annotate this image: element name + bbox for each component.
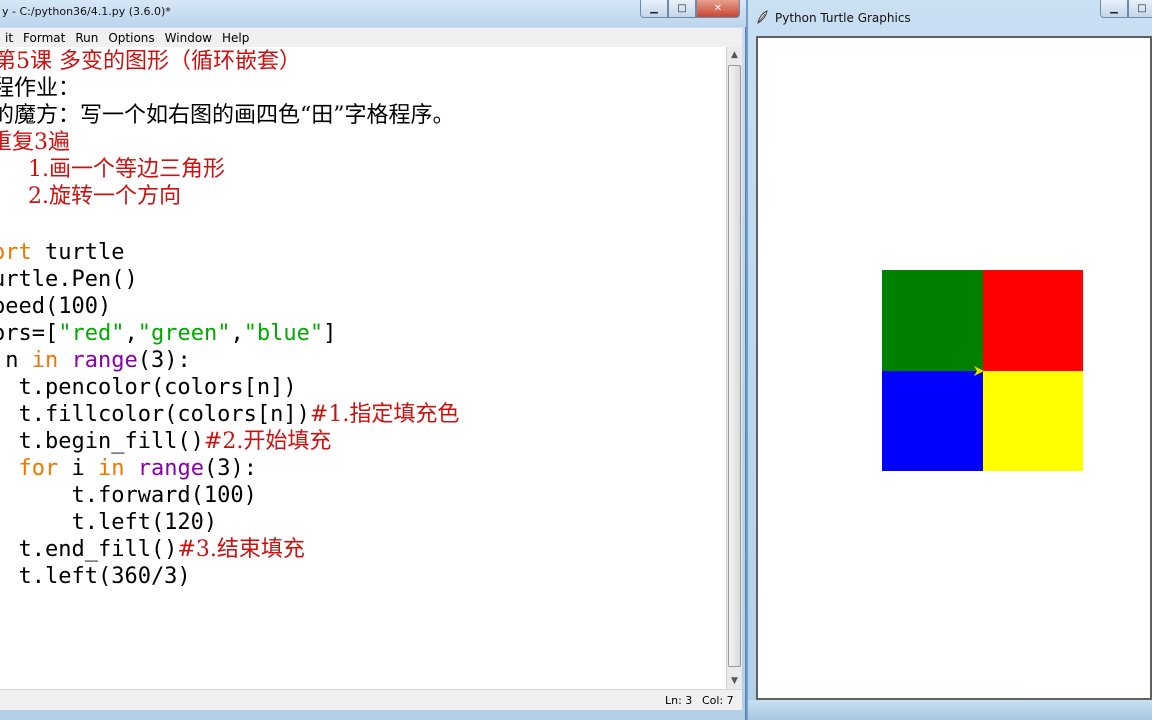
maximize-icon: □ [677, 3, 687, 14]
code-line-6: 2.旋转一个方向 [0, 184, 181, 209]
code-line-2: 程作业： [0, 76, 81, 101]
turtle-graphics-window: Python Turtle Graphics ▁ □ [748, 0, 1152, 720]
close-icon: ✕ [713, 3, 723, 14]
code-text: ors=[ [0, 321, 59, 346]
turtle-drawing [882, 270, 1083, 471]
code-line-5: 1.画一个等边三角形 [0, 157, 225, 182]
builtin-range: range [71, 348, 138, 373]
code-line-import: ort turtle [0, 239, 124, 266]
string-blue: "blue" [243, 321, 324, 346]
editor-titlebar[interactable]: y - C:/python36/4.1.py (3.6.0)* ▁ □ ✕ [0, 0, 746, 27]
code-text: turtle [31, 240, 125, 265]
keyword-in: in [98, 456, 125, 481]
code-text: , [124, 321, 138, 346]
feather-icon [757, 10, 768, 24]
code-editor[interactable]: 第5课 多变的图形（循环嵌套） 程作业： 的魔方：写一个如右图的画四色“田”字格… [0, 47, 726, 689]
scroll-up-arrow-icon[interactable]: ▲ [727, 47, 742, 63]
code-text: t.fillcolor(colors[n]) [0, 402, 310, 427]
code-text: ] [323, 321, 337, 346]
minimize-icon: ▁ [1110, 3, 1118, 14]
turtle-titlebar[interactable]: Python Turtle Graphics ▁ □ [748, 0, 1152, 34]
turtle-maximize-button[interactable]: □ [1128, 0, 1152, 18]
keyword-for: for [18, 456, 59, 481]
menu-format[interactable]: Format [18, 31, 70, 45]
turtle-minimize-button[interactable]: ▁ [1100, 0, 1128, 18]
scrollbar-thumb[interactable] [728, 65, 741, 667]
minimize-icon: ▁ [650, 3, 658, 14]
editor-menubar: it Format Run Options Window Help [0, 28, 742, 47]
code-line-begin-fill: t.begin_fill()#2.开始填充 [0, 428, 331, 455]
scroll-down-arrow-icon[interactable]: ▼ [727, 673, 742, 689]
maximize-button[interactable]: □ [668, 0, 696, 18]
editor-window-title: y - C:/python36/4.1.py (3.6.0)* [2, 5, 171, 18]
builtin-range: range [137, 456, 204, 481]
menu-run[interactable]: Run [70, 31, 103, 45]
menu-window[interactable]: Window [160, 31, 217, 45]
turtle-window-controls: ▁ □ [1100, 0, 1152, 18]
code-text: (3): [203, 456, 257, 481]
code-text: n [5, 348, 19, 373]
code-line-3: 的魔方：写一个如右图的画四色“田”字格程序。 [0, 103, 455, 128]
editor-window: y - C:/python36/4.1.py (3.6.0)* ▁ □ ✕ it… [0, 0, 746, 720]
comment-fill-color: #1.指定填充色 [309, 402, 460, 427]
status-bar: Ln: 3 Col: 7 [0, 689, 742, 710]
code-line-for-n: n in range(3): [0, 347, 191, 374]
code-line-speed: peed(100) [0, 294, 112, 319]
editor-window-controls: ▁ □ ✕ [640, 0, 740, 18]
string-red: "red" [58, 321, 125, 346]
menu-options[interactable]: Options [103, 31, 159, 45]
code-line-left-360: t.left(360/3) [0, 564, 191, 589]
keyword-import: ort [0, 240, 32, 265]
code-line-forward: t.forward(100) [0, 483, 257, 508]
code-text: (3): [137, 348, 191, 373]
menu-edit[interactable]: it [0, 31, 18, 45]
yellow-square [983, 371, 1083, 471]
string-green: "green" [137, 321, 231, 346]
blue-square [882, 371, 983, 471]
turtle-window-title: Python Turtle Graphics [775, 11, 911, 25]
keyword-in: in [31, 348, 59, 373]
code-line-1: 第5课 多变的图形（循环嵌套） [0, 49, 301, 74]
close-button[interactable]: ✕ [696, 0, 740, 18]
status-column-number: Col: 7 [702, 694, 734, 707]
maximize-icon: □ [1137, 3, 1147, 14]
code-text: t.begin_fill() [0, 429, 204, 454]
code-line-pen: urtle.Pen() [0, 267, 138, 292]
code-line-fillcolor: t.fillcolor(colors[n])#1.指定填充色 [0, 401, 459, 428]
code-line-left-120: t.left(120) [0, 510, 218, 535]
code-text: t.end_fill() [0, 537, 178, 562]
vertical-scrollbar[interactable]: ▲ ▼ [726, 47, 742, 689]
code-line-for-i: for i in range(3): [0, 455, 257, 482]
minimize-button[interactable]: ▁ [640, 0, 668, 18]
code-line-end-fill: t.end_fill()#3.结束填充 [0, 536, 305, 563]
red-square [983, 270, 1083, 371]
code-line-colors: ors=["red","green","blue"] [0, 320, 336, 347]
code-line-4: 重复3遍 [0, 130, 70, 155]
comment-end-fill: #3.结束填充 [177, 537, 305, 562]
code-line-pencolor: t.pencolor(colors[n]) [0, 375, 297, 400]
green-square [882, 270, 983, 371]
window-border [748, 700, 1152, 720]
menu-help[interactable]: Help [217, 31, 254, 45]
comment-begin-fill: #2.开始填充 [203, 429, 332, 454]
code-text: , [230, 321, 244, 346]
turtle-canvas[interactable] [756, 36, 1152, 700]
code-text: i [58, 456, 98, 481]
status-line-number: Ln: 3 [665, 694, 693, 707]
